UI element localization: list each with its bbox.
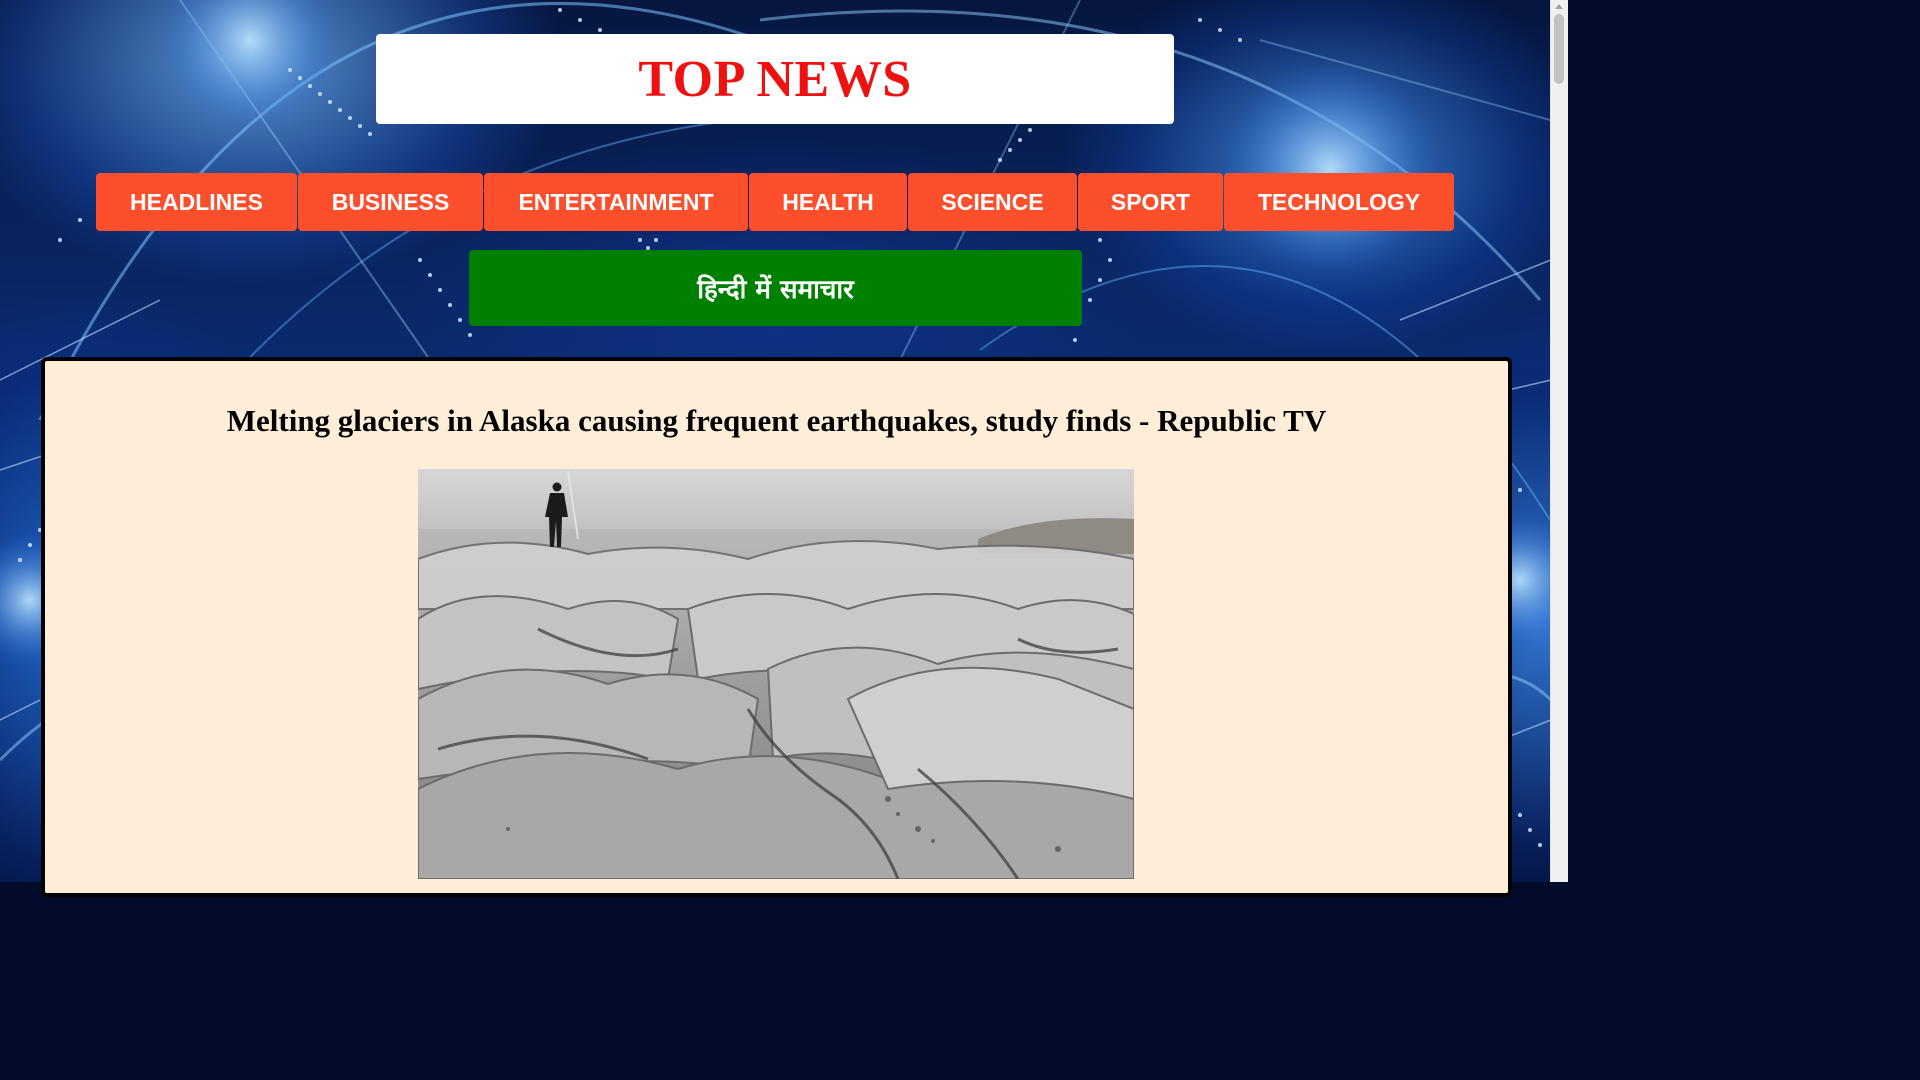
nav-science-button[interactable]: SCIENCE xyxy=(908,173,1077,231)
nav-technology-button[interactable]: TECHNOLOGY xyxy=(1224,173,1454,231)
article-headline[interactable]: Melting glaciers in Alaska causing frequ… xyxy=(45,403,1508,439)
glacier-photo-icon[interactable] xyxy=(418,469,1134,879)
category-nav: HEADLINES BUSINESS ENTERTAINMENT HEALTH … xyxy=(96,173,1455,231)
site-title: TOP NEWS xyxy=(638,50,912,108)
vertical-scrollbar[interactable] xyxy=(1550,0,1568,882)
nav-sport-button[interactable]: SPORT xyxy=(1078,173,1223,231)
glacier-photo-graphic xyxy=(418,469,1134,879)
nav-business-button[interactable]: BUSINESS xyxy=(298,173,483,231)
scrollbar-thumb[interactable] xyxy=(1554,14,1564,84)
nav-health-button[interactable]: HEALTH xyxy=(749,173,907,231)
site-header: TOP NEWS xyxy=(376,34,1174,124)
article-card: Melting glaciers in Alaska causing frequ… xyxy=(41,357,1512,897)
nav-entertainment-button[interactable]: ENTERTAINMENT xyxy=(484,173,748,231)
hindi-news-button[interactable]: हिन्दी में समाचार xyxy=(469,250,1082,326)
scroll-up-arrow-icon[interactable] xyxy=(1555,4,1563,9)
nav-headlines-button[interactable]: HEADLINES xyxy=(96,173,297,231)
